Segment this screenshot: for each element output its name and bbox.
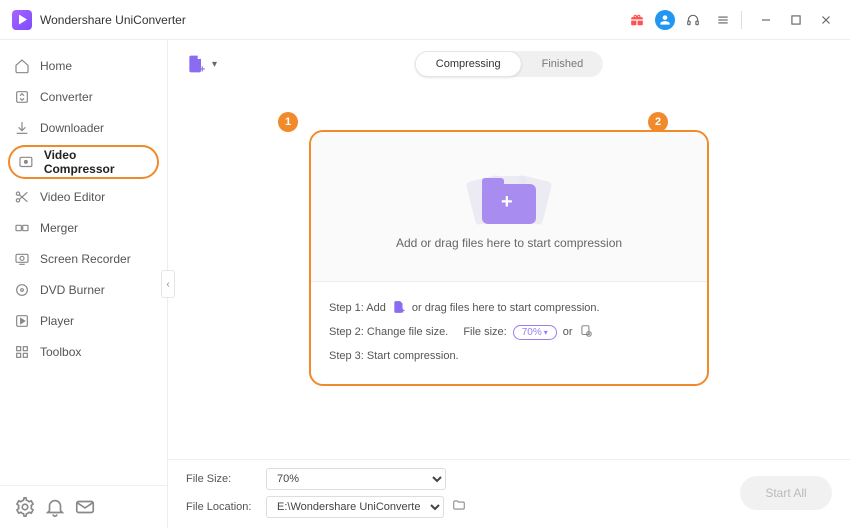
sidebar-item-label: Screen Recorder [40, 252, 131, 266]
sidebar-item-label: Downloader [40, 121, 104, 135]
sidebar-item-label: Toolbox [40, 345, 81, 359]
merger-icon [14, 220, 30, 236]
converter-icon [14, 89, 30, 105]
user-avatar-icon[interactable] [655, 10, 675, 30]
download-icon [14, 120, 30, 136]
annotation-badge-2: 2 [648, 112, 668, 132]
add-file-icon: + [392, 300, 406, 317]
bell-icon[interactable] [44, 496, 66, 518]
chevron-down-icon: ▾ [544, 328, 548, 337]
sidebar-item-label: Converter [40, 90, 93, 104]
add-file-icon: + [186, 54, 206, 74]
screen-recorder-icon [14, 251, 30, 267]
sidebar-item-video-compressor[interactable]: Video Compressor [8, 145, 159, 179]
add-file-button[interactable]: + ▾ [186, 54, 217, 74]
sidebar-item-label: Player [40, 314, 74, 328]
folder-plus-icon: + [470, 164, 548, 224]
gift-icon[interactable] [625, 8, 649, 32]
app-title: Wondershare UniConverter [40, 13, 186, 27]
step-2: Step 2: Change file size. File size: 70%… [329, 320, 689, 344]
chevron-down-icon: ▾ [212, 59, 217, 70]
annotation-badge-1: 1 [278, 112, 298, 132]
sidebar-item-label: Home [40, 59, 72, 73]
maximize-icon[interactable] [784, 8, 808, 32]
disc-icon [14, 282, 30, 298]
sidebar-item-converter[interactable]: Converter [0, 81, 167, 112]
compressor-icon [18, 154, 34, 170]
app-logo [12, 10, 32, 30]
grid-icon [14, 344, 30, 360]
close-icon[interactable] [814, 8, 838, 32]
sidebar-item-label: Merger [40, 221, 78, 235]
sidebar-item-merger[interactable]: Merger [0, 212, 167, 243]
sidebar-item-label: DVD Burner [40, 283, 105, 297]
drop-card: + Add or drag files here to start compre… [309, 130, 709, 386]
scissors-icon [14, 189, 30, 205]
settings-icon[interactable] [14, 496, 36, 518]
file-location-label: File Location: [186, 501, 266, 513]
step-3: Step 3: Start compression. [329, 344, 689, 368]
sidebar-item-downloader[interactable]: Downloader [0, 112, 167, 143]
sidebar-item-dvd-burner[interactable]: DVD Burner [0, 274, 167, 305]
minimize-icon[interactable] [754, 8, 778, 32]
file-location-select[interactable]: E:\Wondershare UniConverte [266, 496, 444, 518]
svg-text:+: + [199, 64, 205, 74]
sidebar-item-screen-recorder[interactable]: Screen Recorder [0, 243, 167, 274]
file-size-label: File Size: [186, 473, 266, 485]
drop-zone[interactable]: + Add or drag files here to start compre… [311, 132, 707, 282]
mail-icon[interactable] [74, 496, 96, 518]
drop-zone-text: Add or drag files here to start compress… [396, 236, 622, 250]
sidebar-item-home[interactable]: Home [0, 50, 167, 81]
headset-icon[interactable] [681, 8, 705, 32]
batch-settings-icon[interactable] [579, 324, 593, 341]
tab-finished[interactable]: Finished [522, 51, 604, 77]
start-all-button[interactable]: Start All [740, 476, 832, 510]
sidebar-item-toolbox[interactable]: Toolbox [0, 336, 167, 367]
home-icon [14, 58, 30, 74]
svg-text:+: + [401, 305, 406, 313]
tab-compressing[interactable]: Compressing [415, 51, 522, 77]
hamburger-menu-icon[interactable] [711, 8, 735, 32]
step-1: Step 1: Add + or drag files here to star… [329, 296, 689, 320]
file-size-select[interactable]: 70% [266, 468, 446, 490]
sidebar-item-label: Video Compressor [44, 148, 149, 176]
file-size-pill[interactable]: 70%▾ [513, 325, 557, 340]
sidebar-item-label: Video Editor [40, 190, 105, 204]
sidebar-item-video-editor[interactable]: Video Editor [0, 181, 167, 212]
play-icon [14, 313, 30, 329]
sidebar-item-player[interactable]: Player [0, 305, 167, 336]
open-folder-icon[interactable] [452, 498, 466, 516]
